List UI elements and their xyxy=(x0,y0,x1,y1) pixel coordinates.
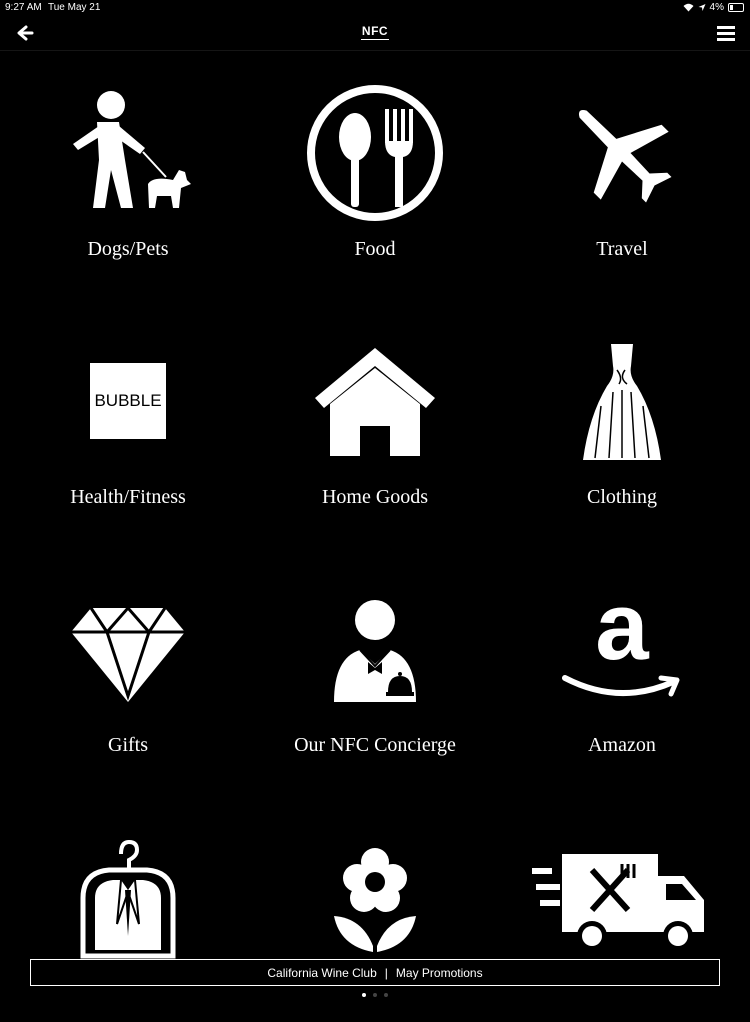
category-label: Amazon xyxy=(588,734,656,756)
category-label: Our NFC Concierge xyxy=(294,734,456,756)
category-food[interactable]: Food xyxy=(275,78,475,278)
spoon-fork-icon xyxy=(300,78,450,228)
back-arrow-icon[interactable] xyxy=(12,22,34,44)
app-logo: NFC xyxy=(361,24,389,40)
promo-right-link[interactable]: May Promotions xyxy=(396,966,483,980)
flower-icon xyxy=(300,822,450,972)
category-clothing[interactable]: Clothing xyxy=(522,326,722,526)
category-label: Clothing xyxy=(586,486,657,508)
page-dot[interactable] xyxy=(384,993,388,997)
category-florals[interactable] xyxy=(275,822,475,1022)
category-label: Food xyxy=(354,238,396,260)
status-right: 4% xyxy=(683,2,744,13)
category-home-goods[interactable]: Home Goods xyxy=(275,326,475,526)
food-delivery-truck-icon xyxy=(532,822,712,972)
category-food-delivery[interactable] xyxy=(522,822,722,1022)
diamond-icon xyxy=(53,574,203,724)
category-concierge[interactable]: Our NFC Concierge xyxy=(275,574,475,774)
category-dogs-pets[interactable]: Dogs/Pets xyxy=(28,78,228,278)
category-label: Dogs/Pets xyxy=(87,238,169,260)
bubble-logo-text: BUBBLE xyxy=(90,363,166,439)
category-amazon[interactable]: a Amazon xyxy=(522,573,722,774)
category-label: Health/Fitness xyxy=(70,486,186,508)
amazon-letter: a xyxy=(595,573,649,680)
nav-bar: NFC xyxy=(0,16,750,51)
status-time: 9:27 AM xyxy=(5,2,42,13)
dress-icon xyxy=(547,326,697,476)
battery-percent: 4% xyxy=(709,2,724,13)
house-icon xyxy=(300,326,450,476)
concierge-icon xyxy=(300,574,450,724)
location-icon xyxy=(698,4,706,11)
status-date: Tue May 21 xyxy=(48,2,101,13)
page-dot[interactable] xyxy=(373,993,377,997)
category-travel[interactable]: Travel xyxy=(522,78,722,278)
category-label: Gifts xyxy=(108,734,148,756)
promo-banner[interactable]: California Wine Club | May Promotions xyxy=(30,959,720,986)
category-gifts[interactable]: Gifts xyxy=(28,574,228,774)
app-title: NFC xyxy=(361,24,389,38)
bubble-logo-icon: BUBBLE xyxy=(53,326,203,476)
page-indicator[interactable] xyxy=(0,993,750,997)
page-dot[interactable] xyxy=(362,993,366,997)
status-bar: 9:27 AM Tue May 21 4% xyxy=(0,0,750,16)
category-label: Home Goods xyxy=(321,486,429,508)
dog-walker-icon xyxy=(53,78,203,228)
suit-garment-bag-icon xyxy=(53,822,203,972)
wifi-icon xyxy=(683,3,694,12)
airplane-icon xyxy=(547,78,697,228)
battery-icon xyxy=(728,3,744,12)
category-garment[interactable] xyxy=(28,822,228,1022)
amazon-logo-icon: a xyxy=(547,573,697,724)
hamburger-menu-icon[interactable] xyxy=(716,23,736,43)
logo-underline xyxy=(361,39,389,40)
promo-separator: | xyxy=(384,965,388,980)
category-label: Travel xyxy=(596,238,648,260)
promo-left-link[interactable]: California Wine Club xyxy=(267,966,376,980)
category-health-fitness[interactable]: BUBBLE Health/Fitness xyxy=(28,326,228,526)
